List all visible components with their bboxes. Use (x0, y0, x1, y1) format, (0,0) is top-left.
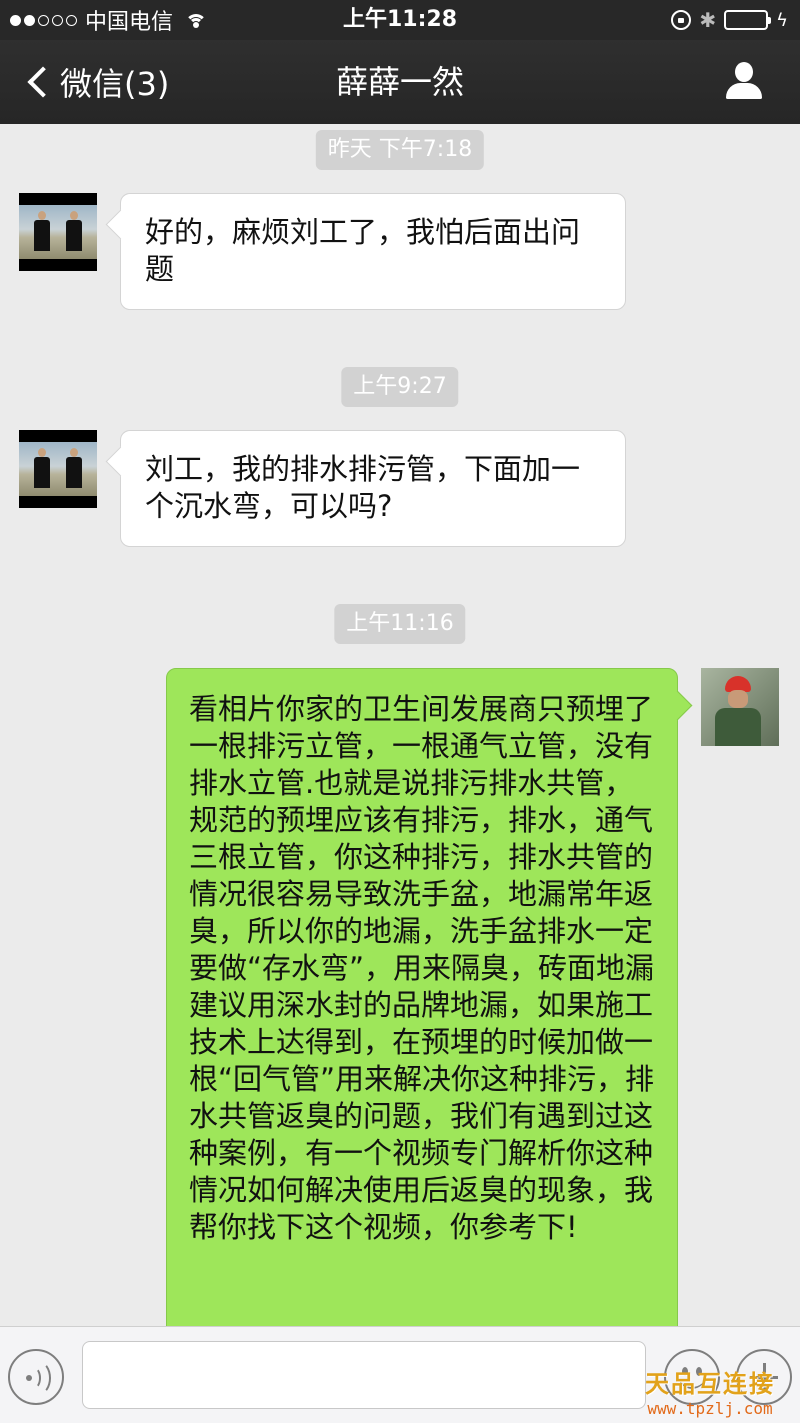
nav-bar: 微信(3) 薛薛一然 (0, 40, 800, 124)
message-bubble-incoming[interactable]: 刘工，我的排水排污管，下面加一个沉水弯，可以吗? (120, 430, 626, 547)
voice-icon[interactable] (8, 1349, 64, 1405)
timestamp: 上午11:16 (334, 604, 466, 644)
emoji-icon[interactable] (664, 1349, 720, 1405)
status-bar-right: ✱ ϟ (671, 8, 788, 32)
status-bar: 中国电信 上午11:28 ✱ ϟ (0, 0, 800, 40)
contact-avatar[interactable] (19, 193, 97, 271)
message-bubble-incoming[interactable]: 好的，麻烦刘工了，我怕后面出问题 (120, 193, 626, 310)
message-bubble-outgoing[interactable]: 看相片你家的卫生间发展商只预埋了一根排污立管，一根通气立管，没有排水立管.也就是… (166, 668, 678, 1326)
timestamp: 昨天 下午7:18 (315, 130, 485, 170)
chat-title: 薛薛一然 (335, 63, 464, 101)
contact-avatar[interactable] (19, 430, 97, 508)
plus-icon[interactable] (736, 1349, 792, 1405)
charging-icon: ϟ (776, 9, 788, 31)
message-input[interactable] (82, 1341, 646, 1409)
rotation-lock-icon (671, 10, 692, 30)
bluetooth-icon: ✱ (699, 8, 717, 32)
battery-icon (724, 10, 772, 30)
chat-area[interactable]: 昨天 下午7:18 好的，麻烦刘工了，我怕后面出问题 上午9:27 刘工，我的排… (0, 124, 800, 1326)
my-avatar[interactable] (701, 668, 779, 746)
person-icon[interactable] (724, 62, 764, 102)
timestamp: 上午9:27 (341, 367, 459, 407)
input-bar (0, 1326, 800, 1423)
